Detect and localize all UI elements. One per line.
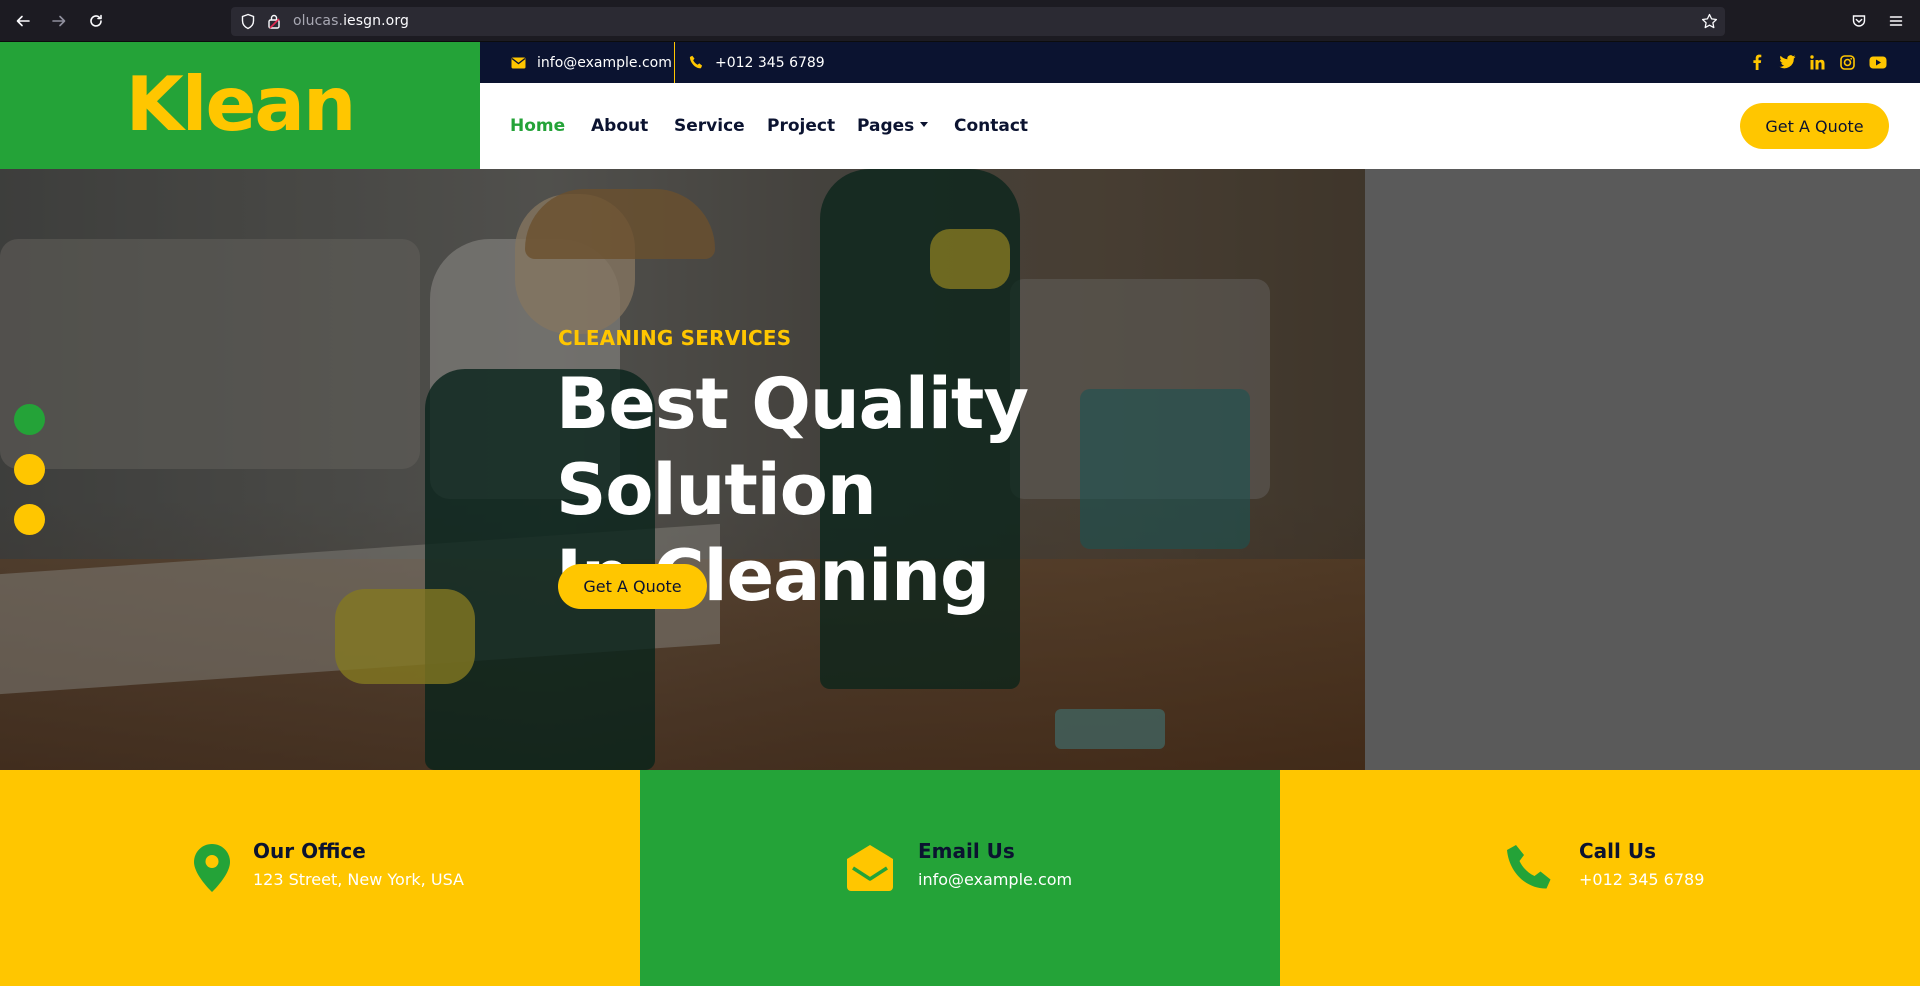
hero-carousel: CLEANING SERVICES Best Quality Solution …	[0, 169, 1920, 770]
topbar-email-text: info@example.com	[537, 54, 672, 71]
nav-pages-label: Pages	[857, 116, 915, 136]
reload-icon[interactable]	[84, 9, 108, 33]
shield-icon[interactable]	[240, 13, 256, 35]
topbar-phone[interactable]: +012 345 6789	[689, 42, 825, 83]
facebook-icon[interactable]	[1747, 52, 1767, 72]
hero-kicker: CLEANING SERVICES	[558, 326, 792, 350]
youtube-icon[interactable]	[1868, 52, 1888, 72]
main-navbar: Home About Service Project Pages Contact…	[480, 83, 1920, 169]
topbar-phone-text: +012 345 6789	[715, 54, 825, 71]
pocket-icon[interactable]	[1847, 9, 1871, 33]
forward-arrow-icon[interactable]	[47, 9, 71, 33]
page: Klean info@example.com +012 345 6789 Hom…	[0, 42, 1920, 986]
hero-title-line-1: Best Quality Solution	[556, 363, 1029, 531]
chevron-down-icon	[920, 122, 929, 127]
envelope-icon	[511, 57, 526, 68]
phone-icon	[689, 55, 703, 69]
contact-card-call: Call Us +012 345 6789	[1280, 770, 1920, 986]
nav-about[interactable]: About	[591, 83, 648, 169]
carousel-dot-1[interactable]	[14, 404, 45, 435]
carousel-dot-2[interactable]	[14, 454, 45, 485]
contact-email-title: Email Us	[918, 839, 1015, 863]
star-icon[interactable]	[1701, 13, 1718, 35]
get-quote-button-header[interactable]: Get A Quote	[1740, 103, 1889, 149]
lock-icon[interactable]	[267, 13, 281, 35]
envelope-open-icon	[844, 842, 896, 894]
contact-office-title: Our Office	[253, 839, 366, 863]
back-arrow-icon[interactable]	[11, 9, 35, 33]
browser-toolbar: olucas.iesgn.org	[0, 0, 1920, 42]
contact-card-email: Email Us info@example.com	[640, 770, 1280, 986]
nav-project[interactable]: Project	[767, 83, 835, 169]
nav-contact[interactable]: Contact	[954, 83, 1028, 169]
url-subdomain: olucas.	[293, 13, 344, 29]
instagram-icon[interactable]	[1837, 52, 1857, 72]
nav-service[interactable]: Service	[674, 83, 745, 169]
map-pin-icon	[186, 842, 238, 894]
get-quote-button-hero[interactable]: Get A Quote	[558, 564, 707, 609]
linkedin-icon[interactable]	[1807, 52, 1827, 72]
contact-call-title: Call Us	[1579, 839, 1656, 863]
logo[interactable]: Klean	[126, 60, 357, 148]
carousel-dot-3[interactable]	[14, 504, 45, 535]
phone-icon	[1504, 842, 1556, 894]
contact-card-office: Our Office 123 Street, New York, USA	[0, 770, 640, 986]
topbar-email[interactable]: info@example.com	[511, 42, 672, 83]
url-text: olucas.iesgn.org	[293, 13, 409, 29]
hero-side-panel	[1365, 169, 1920, 770]
nav-pages-dropdown[interactable]: Pages	[857, 83, 929, 169]
contact-email-address[interactable]: info@example.com	[918, 870, 1072, 889]
contact-office-address: 123 Street, New York, USA	[253, 870, 464, 889]
menu-icon[interactable]	[1884, 9, 1908, 33]
topbar-divider	[674, 42, 675, 83]
contact-call-phone[interactable]: +012 345 6789	[1579, 870, 1704, 889]
url-bar[interactable]: olucas.iesgn.org	[231, 7, 1725, 36]
top-info-bar: info@example.com +012 345 6789	[480, 42, 1920, 83]
nav-home[interactable]: Home	[510, 83, 565, 169]
brand-block[interactable]: Klean	[0, 42, 480, 169]
url-host: iesgn.org	[343, 13, 409, 29]
twitter-icon[interactable]	[1777, 52, 1797, 72]
